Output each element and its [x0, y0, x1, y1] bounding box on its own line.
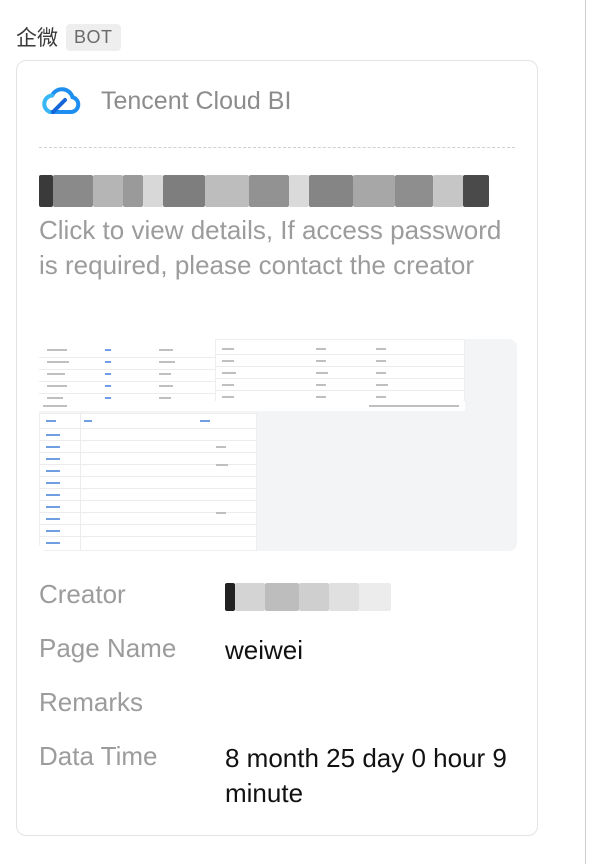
page-name-label: Page Name: [39, 633, 177, 663]
message-sender: 企微 BOT: [16, 22, 121, 52]
dashboard-preview-image[interactable]: [39, 339, 517, 551]
card-description: Click to view details, If access passwor…: [39, 215, 502, 280]
preview-table-bottom-left: [39, 413, 257, 551]
card-title-redacted: [39, 175, 489, 207]
remarks-label: Remarks: [39, 687, 144, 717]
data-time-value: 8 month 25 day 0 hour 9 minute: [225, 743, 507, 808]
app-name: Tencent Cloud BI: [101, 86, 292, 115]
right-pane-divider: [585, 0, 596, 864]
creator-label: Creator: [39, 579, 126, 609]
header-divider: [39, 147, 515, 148]
preview-pagination: [39, 401, 465, 411]
creator-value-redacted: [225, 583, 391, 611]
tencent-cloud-icon: [42, 87, 81, 114]
bot-badge: BOT: [66, 23, 121, 51]
report-card[interactable]: Tencent Cloud BI Click to view details, …: [16, 60, 538, 836]
sender-name: 企微: [16, 26, 58, 50]
data-time-label: Data Time: [39, 741, 158, 771]
page-name-value: weiwei: [225, 635, 304, 665]
card-header: Tencent Cloud BI: [39, 85, 291, 117]
